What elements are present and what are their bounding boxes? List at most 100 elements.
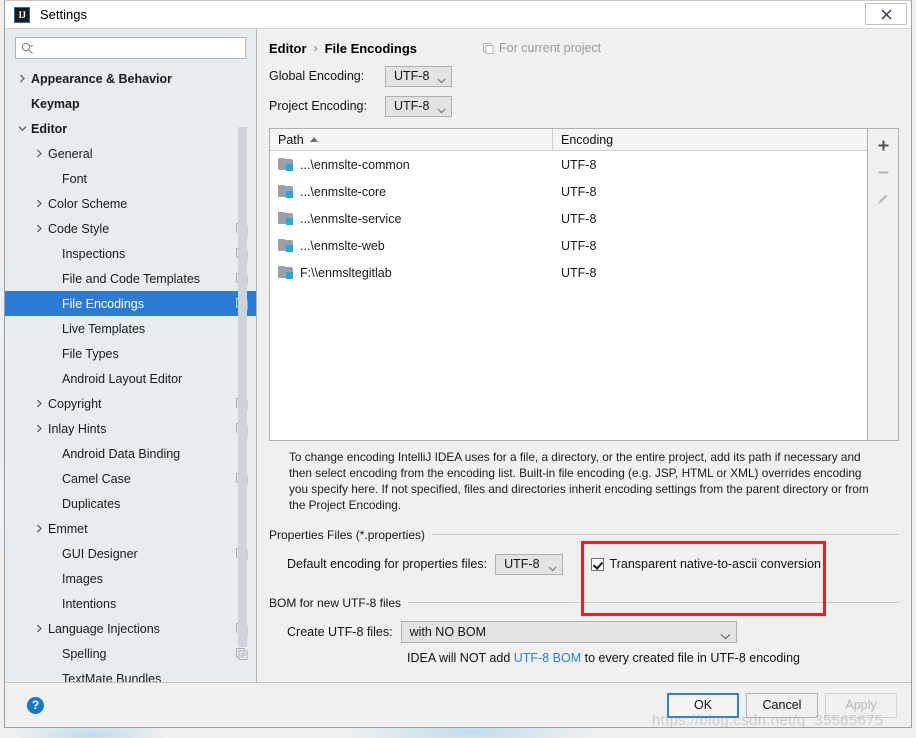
for-current-project-label: For current project: [499, 41, 602, 55]
sidebar-item-file-and-code-templates[interactable]: File and Code Templates: [5, 266, 256, 291]
screenshot-root: IJ Settings Appearance & Behavior Keymap…: [0, 0, 916, 738]
settings-tree[interactable]: Appearance & Behavior Keymap Editor General…: [5, 65, 256, 682]
sidebar-item-label: TextMate Bundles: [62, 671, 162, 683]
sidebar-item-editor[interactable]: Editor: [5, 116, 256, 141]
sidebar-item-copyright[interactable]: Copyright: [5, 391, 256, 416]
sidebar-item-intentions[interactable]: Intentions: [5, 591, 256, 616]
native-to-ascii-checkbox-row[interactable]: Transparent native-to-ascii conversion: [590, 557, 821, 571]
sidebar-item-general[interactable]: General: [5, 141, 256, 166]
bom-group: BOM for new UTF-8 files Create UTF-8 fil…: [269, 594, 899, 665]
search-input[interactable]: [34, 41, 245, 55]
table-cell-path[interactable]: ...\enmslte-common: [270, 158, 553, 172]
sidebar-item-label: Images: [62, 571, 103, 586]
bom-group-title: BOM for new UTF-8 files: [269, 596, 409, 610]
table-cell-path[interactable]: ...\enmslte-web: [270, 239, 553, 253]
sidebar-item-label: File and Code Templates: [62, 271, 201, 286]
ok-button[interactable]: OK: [667, 692, 739, 718]
close-icon[interactable]: [865, 3, 907, 25]
sidebar-item-file-encodings[interactable]: File Encodings: [5, 291, 256, 316]
sidebar-item-color-scheme[interactable]: Color Scheme: [5, 191, 256, 216]
chevron-right-icon[interactable]: [34, 198, 45, 209]
bom-note-prefix: IDEA will NOT add: [407, 651, 514, 665]
create-utf8-files-select[interactable]: with NO BOM: [400, 621, 737, 643]
path-value: ...\enmslte-service: [300, 211, 402, 226]
sidebar-item-textmate-bundles[interactable]: TextMate Bundles: [5, 666, 256, 683]
sidebar-item-images[interactable]: Images: [5, 566, 256, 591]
path-value: F:\\enmsltegitlab: [300, 265, 392, 280]
edit-path-button[interactable]: [871, 188, 895, 210]
sidebar-item-code-style[interactable]: Code Style: [5, 216, 256, 241]
sidebar-scrollbar-thumb[interactable]: [238, 127, 247, 647]
breadcrumb-current: File Encodings: [324, 40, 418, 56]
module-folder-icon: [278, 212, 293, 225]
chevron-down-icon: [437, 73, 447, 84]
search-box[interactable]: [15, 37, 246, 59]
add-path-button[interactable]: [871, 134, 895, 156]
column-header-path[interactable]: Path: [270, 129, 553, 150]
sidebar-item-language-injections[interactable]: Language Injections: [5, 616, 256, 641]
table-toolbar: [868, 128, 899, 441]
table-row[interactable]: F:\\enmsltegitlab UTF-8: [270, 259, 867, 286]
chevron-right-icon[interactable]: [17, 73, 28, 84]
sidebar-item-file-types[interactable]: File Types: [5, 341, 256, 366]
table-cell-path[interactable]: ...\enmslte-service: [270, 212, 553, 226]
cancel-button[interactable]: Cancel: [746, 692, 818, 718]
native-to-ascii-checkbox[interactable]: [590, 557, 604, 571]
module-folder-icon: [278, 185, 293, 198]
sidebar-item-font[interactable]: Font: [5, 166, 256, 191]
chevron-right-icon[interactable]: [34, 398, 45, 409]
sidebar-item-live-templates[interactable]: Live Templates: [5, 316, 256, 341]
sidebar-item-spelling[interactable]: Spelling: [5, 641, 256, 666]
chevron-right-icon[interactable]: [34, 423, 45, 434]
sidebar-item-duplicates[interactable]: Duplicates: [5, 491, 256, 516]
table-row[interactable]: ...\enmslte-common UTF-8: [270, 151, 867, 178]
settings-dialog: IJ Settings Appearance & Behavior Keymap…: [4, 0, 912, 728]
encodings-description: To change encoding IntelliJ IDEA uses fo…: [289, 450, 869, 512]
sidebar-item-camel-case[interactable]: Camel Case: [5, 466, 256, 491]
sidebar-item-label: Android Layout Editor: [62, 371, 183, 386]
chevron-down-icon: [720, 629, 731, 640]
remove-path-button[interactable]: [871, 161, 895, 183]
chevron-down-icon[interactable]: [17, 123, 28, 134]
sidebar-item-appearance-behavior[interactable]: Appearance & Behavior: [5, 66, 256, 91]
sidebar-item-inspections[interactable]: Inspections: [5, 241, 256, 266]
pencil-icon: [878, 194, 888, 204]
default-properties-encoding-select[interactable]: UTF-8: [495, 553, 563, 575]
chevron-right-icon[interactable]: [34, 523, 45, 534]
plus-icon: [878, 140, 888, 150]
table-row[interactable]: ...\enmslte-web UTF-8: [270, 232, 867, 259]
chevron-right-icon[interactable]: [34, 148, 45, 159]
properties-files-group: Properties Files (*.properties) Default …: [269, 526, 899, 616]
global-encoding-select[interactable]: UTF-8: [385, 65, 453, 87]
sidebar-item-android-data-binding[interactable]: Android Data Binding: [5, 441, 256, 466]
sidebar-item-emmet[interactable]: Emmet: [5, 516, 256, 541]
table-cell-encoding[interactable]: UTF-8: [553, 185, 867, 199]
table-row[interactable]: ...\enmslte-service UTF-8: [270, 205, 867, 232]
table-cell-path[interactable]: F:\\enmsltegitlab: [270, 266, 553, 280]
chevron-right-icon[interactable]: [34, 623, 45, 634]
sidebar-item-label: Android Data Binding: [62, 446, 181, 461]
sidebar-item-label: Keymap: [31, 96, 80, 111]
bom-group-body: Create UTF-8 files: with NO BOM IDEA wil…: [269, 612, 899, 665]
encodings-table[interactable]: Path Encoding ...\enmslte-common UTF-8...…: [269, 128, 868, 441]
table-cell-encoding[interactable]: UTF-8: [553, 158, 867, 172]
project-encoding-select[interactable]: UTF-8: [385, 95, 453, 117]
sidebar-item-label: Font: [62, 171, 88, 186]
table-cell-encoding[interactable]: UTF-8: [553, 212, 867, 226]
bom-note-suffix: to every created file in UTF-8 encoding: [581, 651, 800, 665]
help-icon[interactable]: ?: [27, 696, 44, 714]
sidebar-item-keymap[interactable]: Keymap: [5, 91, 256, 116]
sidebar-item-inlay-hints[interactable]: Inlay Hints: [5, 416, 256, 441]
chevron-right-icon[interactable]: [34, 223, 45, 234]
column-header-encoding[interactable]: Encoding: [553, 129, 867, 150]
table-cell-path[interactable]: ...\enmslte-core: [270, 185, 553, 199]
table-cell-encoding[interactable]: UTF-8: [553, 266, 867, 280]
sidebar-item-android-layout-editor[interactable]: Android Layout Editor: [5, 366, 256, 391]
table-cell-encoding[interactable]: UTF-8: [553, 239, 867, 253]
table-row[interactable]: ...\enmslte-core UTF-8: [270, 178, 867, 205]
utf8-bom-link[interactable]: UTF-8 BOM: [514, 651, 581, 665]
sidebar-item-gui-designer[interactable]: GUI Designer: [5, 541, 256, 566]
breadcrumb-parent[interactable]: Editor: [269, 41, 307, 56]
dialog-buttons: OK Cancel Apply: [667, 692, 897, 718]
path-value: ...\enmslte-core: [300, 184, 387, 199]
